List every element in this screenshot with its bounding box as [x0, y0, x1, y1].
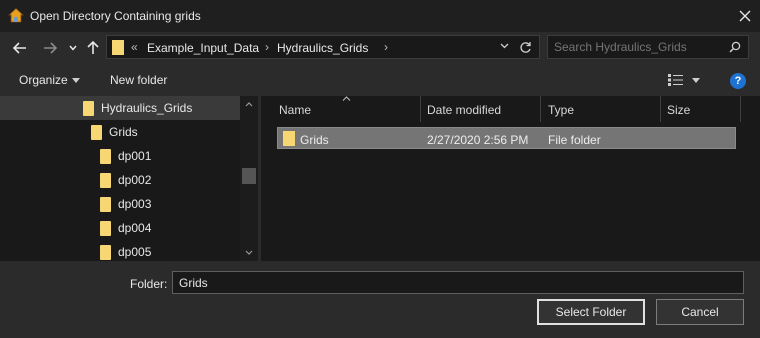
- tree-item-label: dp001: [118, 149, 152, 163]
- overflow-indicator[interactable]: «: [131, 40, 138, 54]
- app-icon: [8, 7, 24, 23]
- arrow-up-icon: [87, 41, 99, 54]
- folder-field[interactable]: [172, 271, 744, 294]
- tree-item-label: dp005: [118, 245, 152, 259]
- folder-icon: [100, 220, 111, 236]
- arrow-right-icon: [44, 42, 57, 54]
- arrow-left-icon: [13, 42, 26, 54]
- file-row-grids[interactable]: Grids 2/27/2020 2:56 PM File folder: [277, 127, 736, 149]
- folder-icon: [283, 131, 295, 146]
- column-divider[interactable]: [420, 96, 421, 122]
- select-folder-label: Select Folder: [555, 305, 627, 319]
- tree-item-dp004[interactable]: dp004: [0, 216, 240, 240]
- column-header-size[interactable]: Size: [667, 103, 690, 117]
- scrollbar-thumb[interactable]: [242, 168, 256, 184]
- organize-menu[interactable]: Organize: [19, 73, 68, 87]
- tree-item-label: dp004: [118, 221, 152, 235]
- column-divider[interactable]: [660, 96, 661, 122]
- chevron-down-icon[interactable]: [500, 43, 509, 49]
- cancel-button[interactable]: Cancel: [656, 299, 744, 325]
- tree-item-label: Hydraulics_Grids: [101, 101, 193, 115]
- column-divider[interactable]: [540, 96, 541, 122]
- file-name: Grids: [300, 133, 329, 147]
- up-button[interactable]: [84, 39, 102, 57]
- tree-item-label: dp003: [118, 197, 152, 211]
- navigation-pane[interactable]: Hydraulics_Grids Grids dp001 dp002 dp003…: [0, 96, 240, 261]
- address-bar[interactable]: « Example_Input_Data › Hydraulics_Grids …: [106, 35, 540, 59]
- chevron-right-icon[interactable]: ›: [384, 40, 388, 54]
- column-divider[interactable]: [740, 96, 741, 122]
- folder-icon: [100, 172, 111, 188]
- sort-indicator-icon: [342, 96, 351, 101]
- chevron-down-icon[interactable]: [72, 78, 80, 83]
- column-header-type[interactable]: Type: [548, 103, 574, 117]
- column-header-name[interactable]: Name: [279, 103, 311, 117]
- tree-item-dp001[interactable]: dp001: [0, 144, 240, 168]
- tree-item-label: Grids: [109, 125, 138, 139]
- organize-label: Organize: [19, 73, 68, 87]
- tree-item-dp002[interactable]: dp002: [0, 168, 240, 192]
- help-icon[interactable]: ?: [730, 73, 746, 89]
- tree-item-grids[interactable]: Grids: [0, 120, 240, 144]
- search-box[interactable]: [547, 35, 749, 59]
- tree-item-dp003[interactable]: dp003: [0, 192, 240, 216]
- file-list[interactable]: [261, 96, 760, 261]
- recent-locations-button[interactable]: [66, 41, 80, 55]
- new-folder-button[interactable]: New folder: [110, 73, 167, 87]
- crumb-example-input-data[interactable]: Example_Input_Data: [147, 41, 259, 55]
- search-input[interactable]: [554, 39, 724, 55]
- chevron-right-icon[interactable]: ›: [265, 40, 269, 54]
- cancel-label: Cancel: [681, 305, 719, 319]
- view-options-icon[interactable]: [668, 74, 684, 86]
- folder-icon: [100, 196, 111, 212]
- close-button[interactable]: [734, 6, 756, 26]
- folder-icon: [83, 100, 94, 116]
- crumb-hydraulics-grids[interactable]: Hydraulics_Grids: [277, 41, 368, 55]
- tree-item-label: dp002: [118, 173, 152, 187]
- search-icon[interactable]: [729, 41, 741, 53]
- navigation-scrollbar[interactable]: [240, 96, 258, 261]
- folder-icon: [100, 148, 111, 164]
- refresh-icon[interactable]: [519, 41, 532, 54]
- folder-icon: [112, 40, 124, 55]
- tree-item-dp005[interactable]: dp005: [0, 240, 240, 264]
- chevron-down-icon[interactable]: [692, 78, 700, 83]
- window-title: Open Directory Containing grids: [30, 9, 201, 23]
- new-folder-label: New folder: [110, 73, 168, 87]
- file-type: File folder: [548, 133, 601, 147]
- close-icon: [739, 10, 751, 22]
- folder-icon: [100, 244, 111, 260]
- chevron-down-icon: [69, 45, 77, 51]
- column-header-date-modified[interactable]: Date modified: [427, 103, 501, 117]
- chevron-down-icon[interactable]: [245, 250, 253, 255]
- forward-button[interactable]: [40, 39, 60, 57]
- tree-item-hydraulics-grids[interactable]: Hydraulics_Grids: [0, 96, 240, 120]
- back-button[interactable]: [10, 39, 30, 57]
- folder-label: Folder:: [130, 277, 168, 291]
- select-folder-button[interactable]: Select Folder: [537, 299, 645, 325]
- chevron-up-icon[interactable]: [245, 102, 253, 107]
- folder-icon: [91, 124, 102, 140]
- file-date-modified: 2/27/2020 2:56 PM: [427, 133, 529, 147]
